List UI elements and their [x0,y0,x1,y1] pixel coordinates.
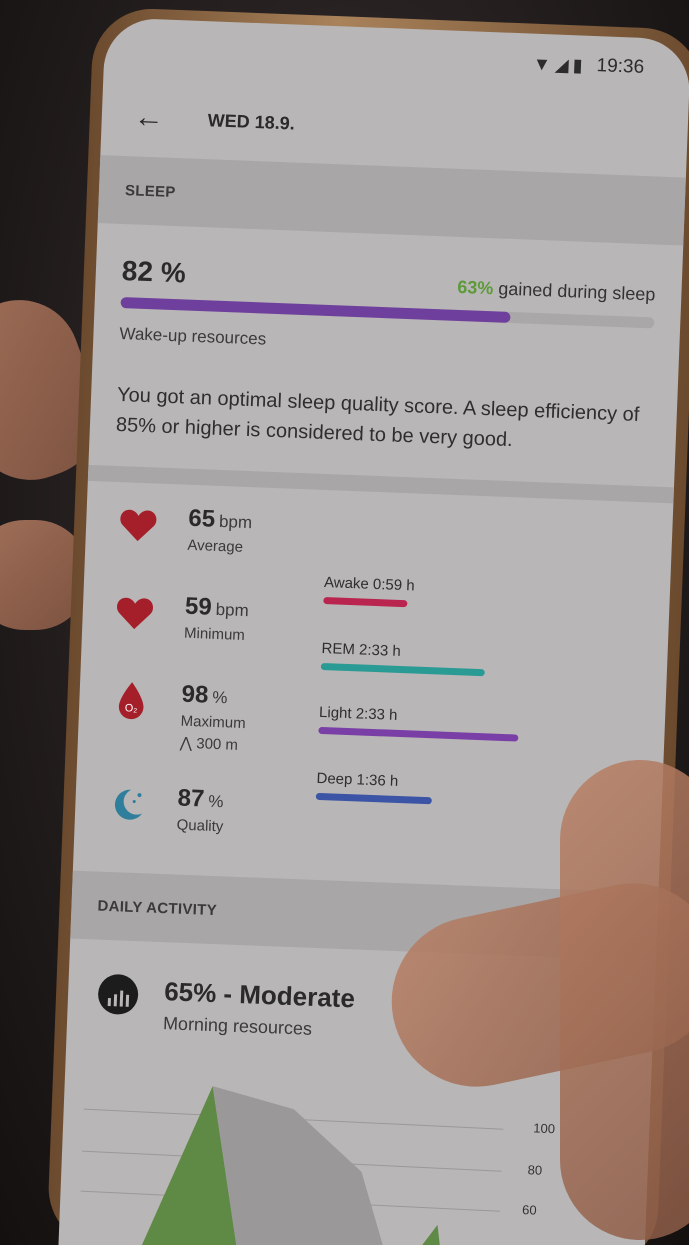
back-arrow-icon[interactable]: ← [133,100,164,135]
signal-battery-icon: ▼◢▮ [532,53,587,76]
gain-percent: 63% [456,276,494,299]
metric-average-hr: 65 bpm Average [115,502,253,556]
metric-value: 87 [177,784,205,813]
axis-tick: 100 [533,1120,555,1136]
stage-label: REM 2:33 h [321,639,402,660]
stage-rem: REM 2:33 h [320,639,486,677]
resources-label: Wake-up resources [119,323,267,349]
metric-value: 59 [184,592,213,621]
metric-label: Maximum [180,712,246,733]
oxygen-drop-icon: O₂ [109,678,155,724]
status-time: 19:36 [596,55,645,78]
heart-icon [115,502,161,548]
right-hand [560,760,689,1240]
metric-value: 65 [187,504,216,533]
metric-unit: % [211,687,228,708]
altitude-text: ⋀ 300 m [179,734,239,754]
metric-minimum-hr: 59 bpm Minimum [112,590,250,644]
resources-progress-fill [120,296,511,323]
stage-bar [315,792,432,805]
score-row: 82 % 63% gained during sleep [121,246,656,307]
stage-label: Deep 1:36 h [316,769,399,790]
page-title: WED 18.9. [207,109,296,134]
sleep-summary: 82 % 63% gained during sleep Wake-up res… [93,223,684,379]
svg-text:O₂: O₂ [125,702,138,714]
stage-deep: Deep 1:36 h [315,769,433,805]
metric-unit: bpm [215,599,250,621]
axis-tick: 60 [522,1202,537,1218]
stage-light: Light 2:33 h [318,704,519,742]
moon-icon [105,782,151,828]
metric-label: Minimum [183,624,246,644]
gain-suffix: gained during sleep [493,278,656,305]
gain-text: 63% gained during sleep [457,277,656,306]
metric-oxygen: O₂ 98% Maximum ⋀ 300 m [108,678,248,754]
activity-title: 65% - Moderate [163,976,356,1014]
stage-awake: Awake 0:59 h [323,574,415,608]
metric-label: Average [187,536,244,556]
stage-bar [318,726,519,742]
metric-unit: % [207,791,224,812]
metric-label: Quality [176,816,224,836]
metric-unit: bpm [218,511,253,533]
stage-bar [320,662,485,677]
stage-label: Light 2:33 h [318,703,398,724]
stage-bar [323,596,408,608]
metric-quality: 87% Quality [104,782,224,836]
activity-subtitle: Morning resources [162,1013,313,1039]
heart-icon [112,590,158,636]
sleep-score: 82 % [121,255,187,289]
axis-tick: 80 [527,1162,542,1178]
activity-gauge-icon [97,973,139,1016]
stage-label: Awake 0:59 h [323,574,415,595]
metric-value: 98 [181,680,209,709]
